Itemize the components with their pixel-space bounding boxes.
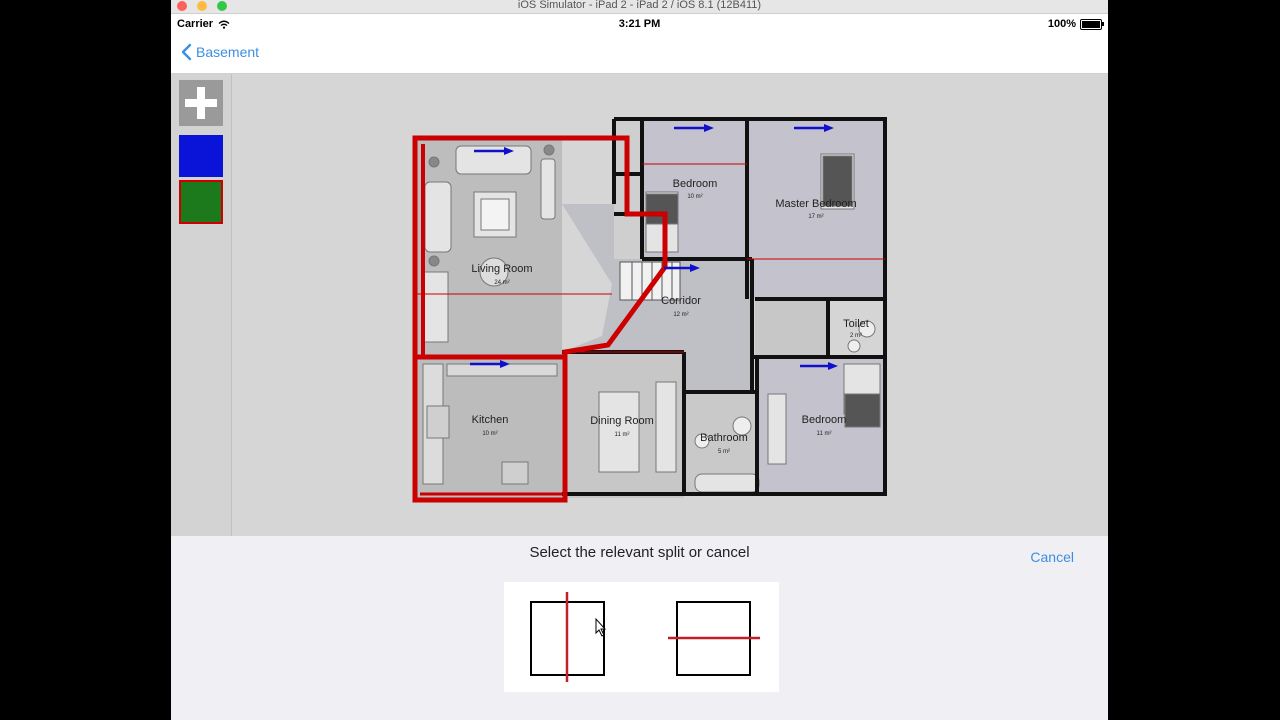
room-fills (415, 119, 885, 500)
sheet-prompt: Select the relevant split or cancel (529, 544, 750, 561)
room-label: Bathroom (700, 432, 748, 444)
chevron-left-icon (181, 43, 192, 61)
room-label: Bedroom (802, 414, 847, 426)
navigation-bar: Basement (171, 34, 1108, 74)
room-area: 17 m² (808, 214, 823, 220)
split-options (504, 582, 779, 692)
horizontal-split-button[interactable] (642, 582, 779, 692)
vertical-split-button[interactable] (504, 582, 641, 692)
horizontal-split-icon (668, 601, 760, 676)
room-area: 11 m² (817, 431, 832, 437)
tool-palette (171, 74, 232, 536)
status-bar: Carrier 3:21 PM 100% (171, 14, 1108, 34)
room-label: Kitchen (472, 414, 509, 426)
simulator-screen: iOS Simulator - iPad 2 - iPad 2 / iOS 8.… (171, 0, 1108, 720)
room-label: Living Room (471, 263, 532, 275)
add-button[interactable] (179, 80, 223, 126)
window-titlebar: iOS Simulator - iPad 2 - iPad 2 / iOS 8.… (171, 0, 1108, 14)
color-swatch-green[interactable] (179, 180, 223, 224)
window-title: iOS Simulator - iPad 2 - iPad 2 / iOS 8.… (517, 0, 762, 11)
room-area: 24 m² (494, 280, 509, 286)
back-button[interactable]: Basement (181, 43, 259, 61)
room-area: 12 m² (673, 312, 688, 318)
split-selection-sheet: Select the relevant split or cancel Canc… (171, 536, 1108, 720)
room-area: 5 m² (718, 449, 730, 455)
plus-icon (185, 87, 217, 119)
room-area: 10 m² (482, 431, 497, 437)
room-area: 11 m² (615, 432, 630, 438)
room-label: Master Bedroom (775, 198, 856, 210)
vertical-split-icon (530, 592, 607, 682)
room-label: Toilet (843, 318, 869, 330)
room-area: 10 m² (687, 194, 702, 200)
back-button-label: Basement (196, 44, 260, 60)
cancel-button[interactable]: Cancel (1030, 549, 1074, 565)
floor-plan[interactable]: Living Room 24 m² Bedroom 10 m² Master B… (232, 74, 1108, 536)
clock: 3:21 PM (618, 18, 661, 30)
room-label: Bedroom (673, 178, 718, 190)
room-area: 2 m² (850, 333, 862, 339)
floor-plan-canvas[interactable]: Living Room 24 m² Bedroom 10 m² Master B… (232, 74, 1108, 536)
battery-indicator: 100% (1047, 18, 1104, 30)
battery-percent: 100% (1047, 18, 1076, 30)
room-label: Dining Room (590, 415, 654, 427)
battery-icon (1080, 18, 1104, 30)
room-label: Corridor (661, 295, 701, 307)
color-swatch-blue[interactable] (179, 135, 223, 177)
